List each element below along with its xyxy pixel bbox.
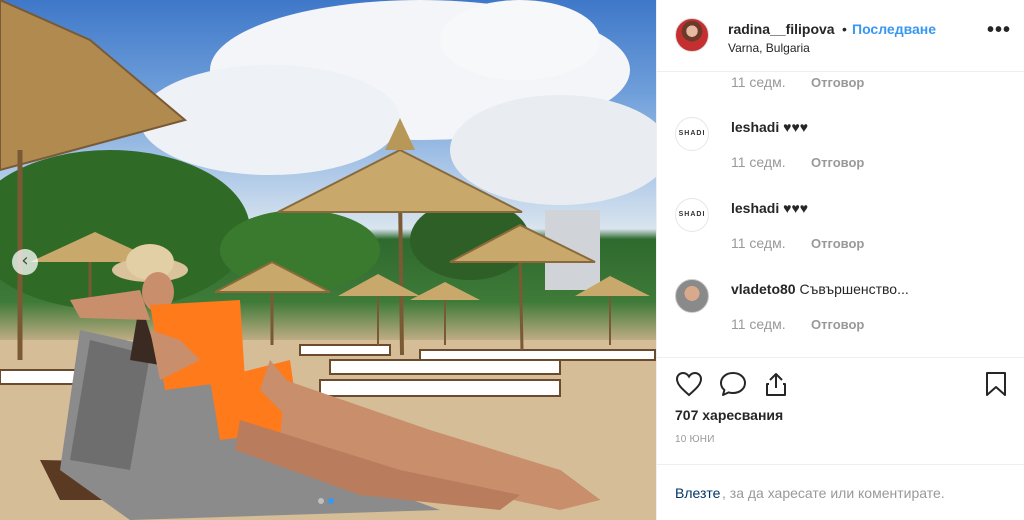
comment-text: leshadi ♥♥♥ (731, 200, 808, 216)
location-link[interactable]: Varna, Bulgaria (728, 41, 810, 55)
carousel-indicator (318, 498, 334, 504)
comment-text: leshadi ♥♥♥ (731, 119, 808, 135)
commenter-username[interactable]: leshadi (731, 119, 779, 135)
post-photo[interactable]: ‹ (0, 0, 656, 520)
commenter-username[interactable]: leshadi (731, 200, 779, 216)
heart-icon[interactable] (675, 371, 703, 402)
comment-time[interactable]: 11 седм. (731, 235, 786, 251)
more-options-icon[interactable]: ••• (987, 20, 1011, 40)
comment-body: Съвършенство... (799, 281, 909, 297)
login-link[interactable]: Влезте (675, 485, 720, 501)
comment-meta: 11 седм. Отговор (731, 154, 864, 170)
post-date[interactable]: 10 ЮНИ (675, 434, 715, 445)
reply-button[interactable]: Отговор (811, 155, 864, 170)
comment-meta: 11 седм. Отговор (731, 316, 864, 332)
bookmark-icon[interactable] (985, 371, 1007, 402)
share-icon[interactable] (763, 371, 789, 402)
reply-button[interactable]: Отговор (811, 236, 864, 251)
commenter-avatar[interactable]: SHADI (675, 117, 709, 151)
comment-text: vladeto80 Съвършенство... (731, 281, 909, 297)
comment-time[interactable]: 11 седм. (731, 154, 786, 170)
commenter-username[interactable]: vladeto80 (731, 281, 796, 297)
beach-scene-illustration (0, 0, 656, 520)
follow-button[interactable]: Последване (852, 21, 936, 37)
header-separator: • (842, 21, 847, 37)
post-sidebar: radina__filipova • Последване Varna, Bul… (656, 0, 1024, 520)
comment-time[interactable]: 11 седм. (731, 74, 786, 90)
reply-button[interactable]: Отговор (811, 317, 864, 332)
comment-time[interactable]: 11 седм. (731, 316, 786, 332)
carousel-dot-active (328, 498, 334, 504)
comment-body: ♥♥♥ (783, 200, 809, 216)
comment-body: ♥♥♥ (783, 119, 809, 135)
commenter-avatar[interactable] (675, 279, 709, 313)
comment-meta: 11 седм. Отговор (731, 74, 864, 90)
commenter-avatar[interactable]: SHADI (675, 198, 709, 232)
reply-button[interactable]: Отговор (811, 75, 864, 90)
post-header: radina__filipova • Последване Varna, Bul… (657, 0, 1024, 72)
avatar[interactable] (675, 18, 709, 52)
carousel-dot (318, 498, 324, 504)
comment-icon[interactable] (719, 371, 747, 402)
login-prompt-text: , за да харесате или коментирате. (722, 485, 945, 501)
login-prompt: Влезте , за да харесате или коментирате. (657, 464, 1024, 520)
comments-list[interactable]: 11 седм. Отговор SHADI leshadi ♥♥♥ 11 се… (657, 73, 1024, 358)
comment-meta: 11 седм. Отговор (731, 235, 864, 251)
post-actions: 707 харесвания 10 ЮНИ (657, 359, 1024, 479)
carousel-prev-button[interactable]: ‹ (12, 249, 38, 275)
author-username[interactable]: radina__filipova (728, 21, 835, 37)
likes-count[interactable]: 707 харесвания (675, 407, 783, 423)
